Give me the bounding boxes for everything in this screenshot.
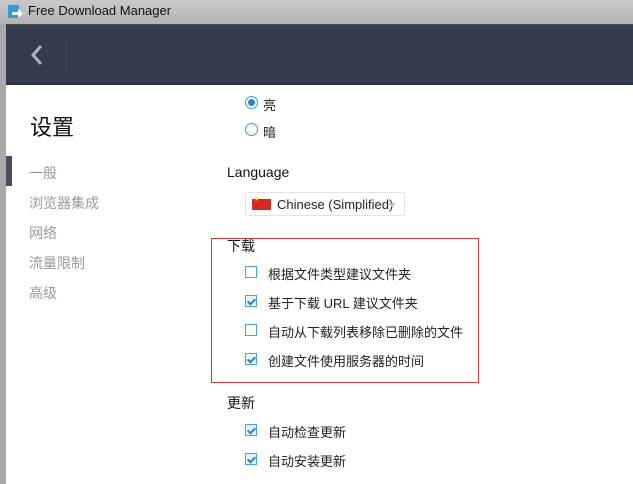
header-bar	[6, 24, 633, 85]
window-border	[0, 24, 6, 484]
sidebar-item-traffic-limits[interactable]: 流量限制	[29, 253, 85, 273]
page-title: 设置	[30, 115, 75, 140]
china-flag-icon	[252, 196, 271, 210]
header-divider	[66, 39, 67, 73]
back-arrow-icon[interactable]	[26, 41, 50, 69]
downloads-heading: 下载	[227, 238, 255, 254]
theme-light-radio[interactable]	[245, 96, 258, 109]
auto-install-updates-label: 自动安装更新	[268, 454, 347, 469]
auto-check-updates-label: 自动检查更新	[268, 425, 347, 440]
app-logo-icon	[8, 5, 23, 18]
sidebar-item-advanced[interactable]: 高级	[29, 283, 57, 303]
sidebar-item-network[interactable]: 网络	[29, 223, 57, 243]
server-time-checkbox[interactable]	[245, 353, 257, 365]
theme-light-label: 亮	[263, 98, 277, 113]
suggest-folder-by-url-label: 基于下载 URL 建议文件夹	[268, 296, 418, 311]
window-title: Free Download Manager	[28, 3, 172, 18]
sidebar-item-browser-integration[interactable]: 浏览器集成	[29, 193, 99, 213]
chevron-down-icon	[388, 203, 396, 211]
theme-dark-label: 暗	[263, 125, 277, 140]
suggest-folder-by-url-checkbox[interactable]	[245, 295, 257, 307]
language-select[interactable]: Chinese (Simplified)	[245, 192, 405, 216]
suggest-folder-by-type-checkbox[interactable]	[245, 266, 257, 278]
auto-check-updates-checkbox[interactable]	[245, 424, 257, 436]
theme-dark-radio[interactable]	[245, 123, 258, 136]
active-nav-indicator	[6, 156, 12, 186]
language-heading: Language	[227, 164, 290, 180]
language-value: Chinese (Simplified)	[277, 197, 394, 212]
auto-remove-deleted-label: 自动从下载列表移除已删除的文件	[268, 325, 464, 340]
sidebar-item-general[interactable]: 一般	[29, 163, 57, 183]
auto-remove-deleted-checkbox[interactable]	[245, 324, 257, 336]
server-time-label: 创建文件使用服务器的时间	[268, 354, 425, 369]
updates-heading: 更新	[227, 395, 255, 411]
suggest-folder-by-type-label: 根据文件类型建议文件夹	[268, 267, 412, 282]
auto-install-updates-checkbox[interactable]	[245, 453, 257, 465]
title-bar: Free Download Manager	[0, 0, 633, 24]
